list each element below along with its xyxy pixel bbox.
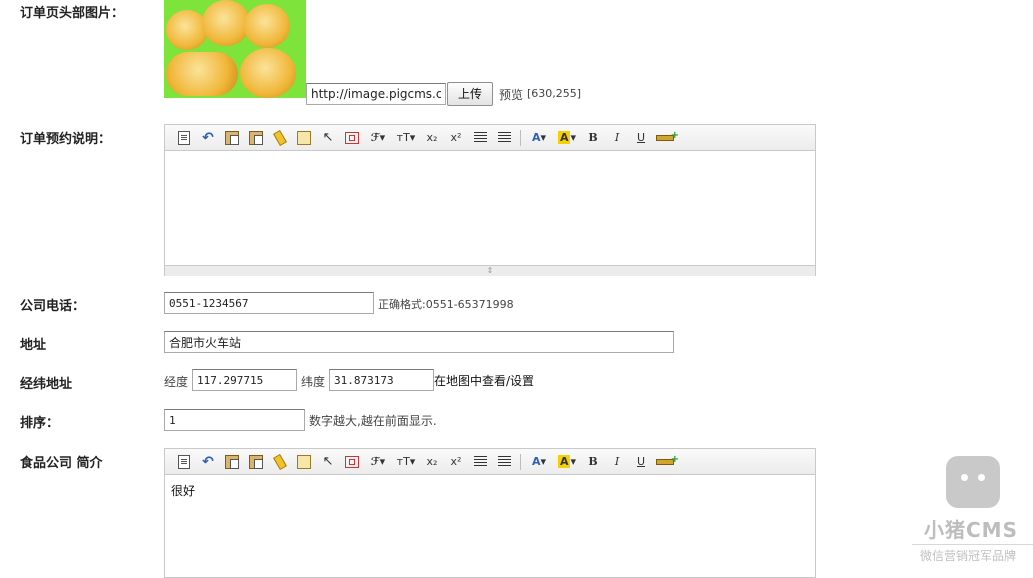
editor-toolbar: ↶ ↖ ℱ ▾ тT ▾ x₂ x² A ▾ A ▾ B I U — [165, 125, 815, 151]
clear-format-icon[interactable] — [268, 452, 292, 472]
paste-word-icon[interactable] — [244, 128, 268, 148]
sort-row: 排序： 数字越大,越在前面显示. — [0, 408, 1033, 434]
header-image-preview — [164, 0, 306, 98]
underline-icon[interactable]: U — [629, 452, 653, 472]
fullscreen-icon[interactable] — [340, 452, 364, 472]
intro-editor[interactable]: ↶ ↖ ℱ▾ тT▾ x₂ x² A▾ A▾ B I U 很好 — [164, 448, 816, 578]
undo-icon[interactable]: ↶ — [196, 128, 220, 148]
bold-icon[interactable]: B — [581, 452, 605, 472]
font-color-icon[interactable]: A ▾ — [525, 452, 553, 472]
watermark-divider — [912, 544, 1033, 545]
indent-icon[interactable] — [468, 452, 492, 472]
subscript-icon[interactable]: x₂ — [420, 128, 444, 148]
phone-hint: 正确格式:0551-65371998 — [378, 298, 514, 311]
indent-icon[interactable] — [468, 128, 492, 148]
select-all-icon[interactable] — [292, 128, 316, 148]
sort-input[interactable] — [164, 409, 305, 431]
order-desc-editor[interactable]: ↶ ↖ ℱ▾ тT▾ x₂ x² A▾ A▾ B I U ⇕ — [164, 124, 816, 276]
undo-icon[interactable]: ↶ — [196, 452, 220, 472]
select-icon[interactable]: ↖ — [316, 452, 340, 472]
resize-handle-icon[interactable]: ⇕ — [165, 265, 815, 276]
clear-format-icon[interactable] — [268, 128, 292, 148]
outdent-icon[interactable] — [492, 128, 516, 148]
longitude-label: 经度 — [164, 375, 189, 389]
font-color-icon[interactable]: A ▾ — [525, 128, 553, 148]
coords-label: 经纬地址 — [20, 377, 73, 392]
phone-row: 公司电话： 正确格式:0551-65371998 — [0, 291, 1033, 317]
order-desc-content[interactable] — [165, 151, 815, 265]
paste-icon[interactable] — [220, 128, 244, 148]
bold-icon[interactable]: B — [581, 128, 605, 148]
superscript-icon[interactable]: x² — [444, 128, 468, 148]
latitude-input[interactable] — [329, 369, 434, 391]
font-family-icon[interactable]: ℱ ▾ — [364, 128, 392, 148]
watermark-tagline: 微信营销冠军品牌 — [920, 549, 1017, 563]
intro-row: 食品公司 简介 ↶ ↖ ℱ▾ тT▾ x₂ x² A▾ A▾ B I U 很好 — [0, 448, 1033, 578]
latitude-label: 纬度 — [301, 375, 326, 389]
pig-logo-icon — [946, 456, 1000, 508]
header-image-row: 订单页头部图片： 上传 预览 [630,255] — [0, 0, 1033, 110]
header-image-label: 订单页头部图片： — [20, 6, 125, 21]
italic-icon[interactable]: I — [605, 452, 629, 472]
coords-row: 经纬地址 经度 纬度 在地图中查看/设置 — [0, 369, 1033, 395]
sort-hint: 数字越大,越在前面显示. — [309, 414, 437, 428]
subscript-icon[interactable]: x₂ — [420, 452, 444, 472]
select-all-icon[interactable] — [292, 452, 316, 472]
map-link[interactable]: 在地图中查看/设置 — [434, 372, 534, 389]
order-desc-row: 订单预约说明： ↶ ↖ ℱ▾ тT▾ x₂ x² A▾ A▾ B I U ⇕ — [0, 124, 1033, 276]
underline-icon[interactable]: U — [629, 128, 653, 148]
upload-button[interactable]: 上传 — [447, 82, 493, 106]
address-row: 地址 — [0, 330, 1033, 356]
intro-label: 食品公司 简介 — [20, 456, 103, 471]
font-family-icon[interactable]: ℱ ▾ — [364, 452, 392, 472]
highlight-icon[interactable]: A ▾ — [553, 128, 581, 148]
italic-icon[interactable]: I — [605, 128, 629, 148]
paste-word-icon[interactable] — [244, 452, 268, 472]
font-size-icon[interactable]: тT ▾ — [392, 452, 420, 472]
outdent-icon[interactable] — [492, 452, 516, 472]
address-input[interactable] — [164, 331, 674, 353]
toolbar-separator — [520, 129, 521, 146]
highlight-icon[interactable]: A ▾ — [553, 452, 581, 472]
sort-label: 排序： — [20, 416, 60, 431]
phone-input[interactable] — [164, 292, 374, 314]
horizontal-rule-icon[interactable] — [653, 452, 679, 472]
horizontal-rule-icon[interactable] — [653, 128, 679, 148]
address-label: 地址 — [20, 338, 47, 353]
select-icon[interactable]: ↖ — [316, 128, 340, 148]
toolbar-separator — [520, 453, 521, 470]
source-icon[interactable] — [172, 128, 196, 148]
editor-toolbar: ↶ ↖ ℱ ▾ тT ▾ x₂ x² A ▾ A ▾ B I U — [165, 449, 815, 475]
watermark: 小猪CMS 微信营销冠军品牌 — [912, 456, 1033, 568]
longitude-input[interactable] — [192, 369, 297, 391]
source-icon[interactable] — [172, 452, 196, 472]
image-size-hint: [630,255] — [527, 87, 582, 100]
font-size-icon[interactable]: тT ▾ — [392, 128, 420, 148]
phone-label: 公司电话： — [20, 299, 86, 314]
superscript-icon[interactable]: x² — [444, 452, 468, 472]
header-image-url-input[interactable] — [306, 83, 446, 105]
watermark-name: 小猪CMS — [924, 518, 1018, 542]
preview-link[interactable]: 预览 — [499, 86, 523, 103]
fullscreen-icon[interactable] — [340, 128, 364, 148]
paste-icon[interactable] — [220, 452, 244, 472]
intro-content[interactable]: 很好 — [165, 475, 815, 575]
order-desc-label: 订单预约说明： — [20, 132, 112, 147]
